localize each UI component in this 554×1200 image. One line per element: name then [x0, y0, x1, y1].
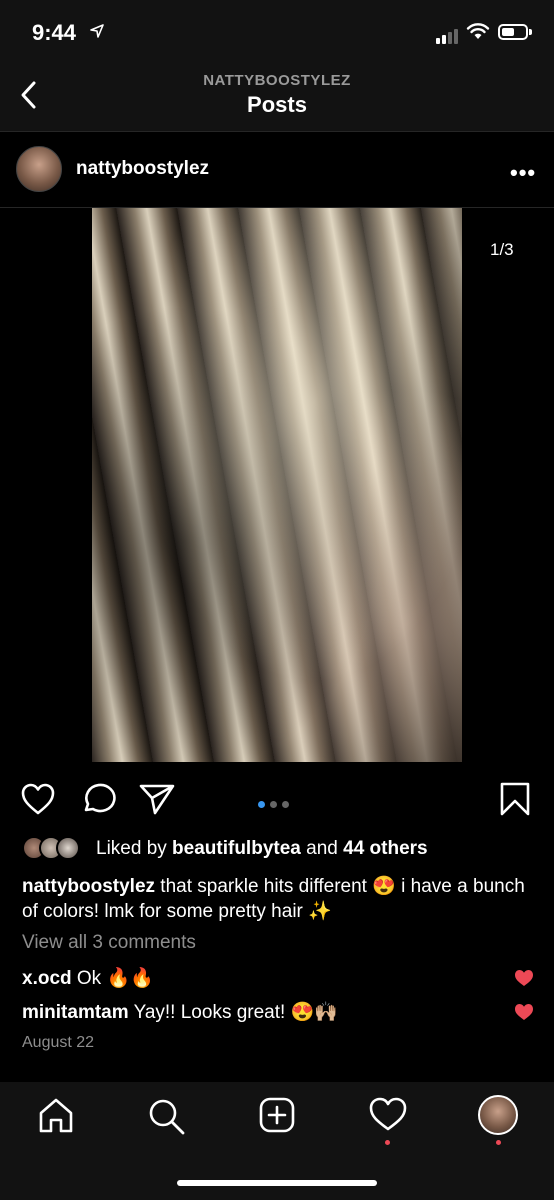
- comment-username[interactable]: minitamtam: [22, 1002, 129, 1023]
- activity-notification-dot: [385, 1140, 390, 1145]
- post-date: August 22: [22, 1034, 95, 1051]
- caption-username[interactable]: nattyboostylez: [22, 876, 155, 897]
- send-icon[interactable]: [138, 782, 176, 816]
- heart-icon[interactable]: [514, 969, 534, 987]
- comment-icon[interactable]: [80, 782, 116, 816]
- battery-icon: [498, 24, 528, 40]
- view-all-comments-link[interactable]: View all 3 comments: [22, 932, 196, 954]
- likes-summary[interactable]: Liked by beautifulbytea and 44 others: [96, 838, 428, 860]
- comment-username[interactable]: x.ocd: [22, 968, 72, 989]
- home-indicator[interactable]: [177, 1180, 377, 1186]
- liked-and: and: [300, 838, 344, 859]
- post-username[interactable]: nattyboostylez: [76, 158, 209, 180]
- wifi-icon: [466, 23, 490, 39]
- activity-heart-icon[interactable]: [368, 1096, 408, 1132]
- bookmark-icon[interactable]: [500, 782, 530, 816]
- carousel-dots: [258, 795, 294, 813]
- heart-icon[interactable]: [20, 782, 56, 816]
- post-caption: nattyboostylez that sparkle hits differe…: [22, 874, 537, 924]
- page-title: Posts: [247, 92, 307, 117]
- avatar[interactable]: [16, 146, 62, 192]
- status-time: 9:44: [32, 20, 77, 45]
- location-arrow-icon: [90, 24, 104, 38]
- more-options-icon[interactable]: •••: [510, 160, 536, 186]
- home-icon[interactable]: [37, 1096, 75, 1134]
- liked-user[interactable]: beautifulbytea: [172, 838, 301, 859]
- heart-icon[interactable]: [514, 1003, 534, 1021]
- divider: [0, 131, 554, 132]
- comment-text: Ok 🔥🔥: [71, 968, 154, 989]
- liked-others[interactable]: 44 others: [343, 838, 427, 859]
- carousel-counter: 1/3: [490, 240, 514, 259]
- search-icon[interactable]: [146, 1096, 186, 1136]
- comment-item: minitamtam Yay!! Looks great! 😍🙌🏼: [22, 1000, 338, 1024]
- battery-tip: [529, 29, 532, 35]
- profile-tab-avatar[interactable]: [478, 1095, 518, 1135]
- comment-item: x.ocd Ok 🔥🔥: [22, 966, 154, 990]
- cellular-signal-icon: [436, 26, 460, 44]
- plus-square-icon[interactable]: [258, 1096, 296, 1134]
- account-name: NATTYBOOSTYLEZ: [203, 72, 351, 89]
- post-image[interactable]: [92, 208, 462, 762]
- profile-notification-dot: [496, 1140, 501, 1145]
- liked-prefix: Liked by: [96, 838, 173, 859]
- comment-text: Yay!! Looks great! 😍🙌🏼: [128, 1002, 338, 1023]
